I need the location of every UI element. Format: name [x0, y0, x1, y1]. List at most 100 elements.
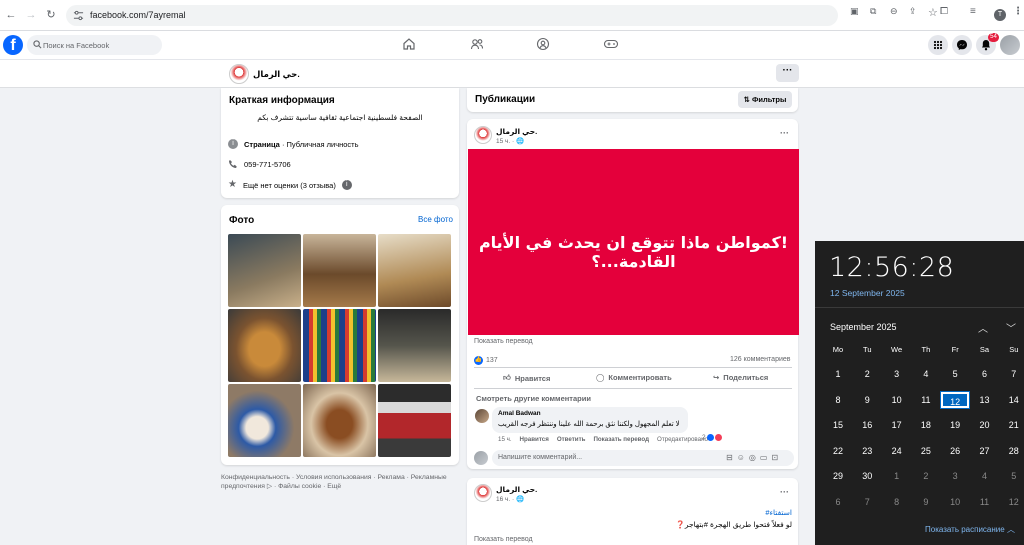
photo-thumbnail[interactable]	[228, 384, 301, 457]
calendar-day[interactable]: 6	[824, 494, 852, 510]
calendar-day[interactable]: 16	[853, 417, 881, 433]
calendar-day[interactable]: 25	[912, 443, 940, 459]
more-comments-link[interactable]: Смотреть другие комментарии	[476, 394, 591, 403]
attach-icon[interactable]: ⊡	[771, 453, 778, 462]
post-more-icon[interactable]: ···	[780, 128, 789, 138]
photo-thumbnail[interactable]	[303, 309, 376, 382]
chevron-up-icon[interactable]: ︿	[978, 320, 988, 335]
cast-icon[interactable]: ▣	[850, 6, 859, 17]
translate-icon[interactable]: ⧉	[870, 6, 876, 17]
comment-translate-link[interactable]: Показать перевод	[593, 436, 649, 443]
calendar-day[interactable]: 1	[824, 366, 852, 382]
post-author[interactable]: حي الرمال.	[496, 485, 537, 494]
calendar-day[interactable]: 27	[971, 443, 999, 459]
see-all-photos-link[interactable]: Все фото	[418, 215, 453, 224]
comment-time[interactable]: 15 ч.	[498, 436, 512, 443]
facebook-logo-icon[interactable]: f	[3, 35, 23, 55]
calendar-day[interactable]: 19	[941, 417, 969, 433]
calendar-day[interactable]: 7	[1000, 366, 1024, 382]
calendar-day[interactable]: 3	[941, 468, 969, 484]
calendar-day[interactable]: 9	[853, 392, 881, 408]
comment-input-placeholder[interactable]: Напишите комментарий...	[498, 454, 582, 461]
account-avatar[interactable]	[1000, 35, 1020, 55]
calendar-day[interactable]: 23	[853, 443, 881, 459]
post-time[interactable]: 16 ч. · 🌐	[496, 495, 524, 503]
calendar-day[interactable]: 17	[883, 417, 911, 433]
back-arrow-icon[interactable]: ←	[4, 8, 18, 22]
post-author-avatar[interactable]	[474, 484, 492, 502]
calendar-day[interactable]: 8	[883, 494, 911, 510]
comment-button[interactable]: ◯ Комментировать	[596, 373, 672, 382]
search-placeholder[interactable]: Поиск на Facebook	[43, 41, 109, 50]
home-icon[interactable]	[402, 37, 416, 51]
comment-reactions[interactable]: 2	[702, 434, 722, 441]
comments-count[interactable]: 126 комментариев	[730, 356, 790, 363]
sticker-icon[interactable]: ⊟	[726, 453, 733, 462]
menu-grid-button[interactable]	[928, 35, 948, 55]
calendar-day[interactable]: 26	[941, 443, 969, 459]
calendar-day[interactable]: 6	[971, 366, 999, 382]
calendar-day[interactable]: 5	[1000, 468, 1024, 484]
calendar-day[interactable]: 5	[941, 366, 969, 382]
photo-thumbnail[interactable]	[378, 384, 451, 457]
calendar-day[interactable]: 10	[883, 392, 911, 408]
calendar-day[interactable]: 10	[941, 494, 969, 510]
gaming-icon[interactable]	[603, 37, 619, 51]
translate-link[interactable]: Показать перевод	[474, 338, 533, 345]
comment-author[interactable]: Amal Badwan	[498, 410, 541, 417]
messenger-button[interactable]	[952, 35, 972, 55]
tab-search-icon[interactable]: ≡	[970, 6, 976, 17]
page-avatar[interactable]	[229, 64, 249, 84]
post-author-avatar[interactable]	[474, 126, 492, 144]
calendar-day[interactable]: 22	[824, 443, 852, 459]
extensions-icon[interactable]: ⧠	[940, 6, 948, 17]
calendar-day[interactable]: 9	[912, 494, 940, 510]
calendar-month[interactable]: September 2025	[830, 322, 897, 332]
translate-link[interactable]: Показать перевод	[474, 536, 533, 543]
bookmark-star-icon[interactable]: ☆	[928, 6, 938, 19]
calendar-day[interactable]: 2	[912, 468, 940, 484]
calendar-day[interactable]: 24	[883, 443, 911, 459]
post-more-icon[interactable]: ···	[780, 487, 789, 497]
browser-menu-icon[interactable]: ⋮	[1013, 6, 1023, 17]
calendar-day[interactable]: 21	[1000, 417, 1024, 433]
calendar-day[interactable]: 14	[1000, 392, 1024, 408]
clock-date[interactable]: 12 September 2025	[830, 288, 905, 298]
reactions-summary[interactable]: 👍 137	[474, 356, 498, 365]
zoom-icon[interactable]: ⊖	[890, 6, 898, 17]
post-time[interactable]: 15 ч. · 🌐	[496, 137, 524, 145]
show-schedule-link[interactable]: Показать расписание ︿	[925, 524, 1015, 535]
calendar-day[interactable]: 4	[912, 366, 940, 382]
calendar-day[interactable]: 1	[883, 468, 911, 484]
share-button[interactable]: ↪ Поделиться	[713, 373, 768, 382]
emoji-icon[interactable]: ☺	[737, 453, 745, 462]
calendar-day[interactable]: 18	[912, 417, 940, 433]
photo-thumbnail[interactable]	[378, 309, 451, 382]
photo-thumbnail[interactable]	[378, 234, 451, 307]
url-text[interactable]: facebook.com/7ayremal	[90, 10, 186, 20]
calendar-day[interactable]: 3	[883, 366, 911, 382]
gif-icon[interactable]: ▭	[760, 453, 768, 462]
calendar-day[interactable]: 15	[824, 417, 852, 433]
calendar-day[interactable]: 20	[971, 417, 999, 433]
post-image[interactable]: !كمواطن ماذا تتوقع ان يحدث في الأيام الق…	[468, 149, 799, 335]
page-name[interactable]: حي الرمال.	[253, 69, 300, 80]
search-box[interactable]: Поиск на Facebook	[27, 35, 162, 55]
rating-info-icon[interactable]: i	[341, 180, 352, 190]
comment-reply-link[interactable]: Ответить	[557, 436, 586, 443]
friends-icon[interactable]	[470, 37, 484, 51]
forward-arrow-icon[interactable]: →	[24, 8, 38, 22]
calendar-day[interactable]: 12	[940, 390, 971, 409]
camera-icon[interactable]: ◎	[749, 453, 756, 462]
calendar-day[interactable]: 28	[1000, 443, 1024, 459]
reload-icon[interactable]: ↻	[44, 8, 58, 22]
calendar-day[interactable]: 11	[912, 392, 940, 408]
photo-thumbnail[interactable]	[303, 384, 376, 457]
calendar-day[interactable]: 4	[971, 468, 999, 484]
post-hashtag[interactable]: #استفتاء	[765, 508, 792, 517]
calendar-day[interactable]: 12	[1000, 494, 1024, 510]
photo-thumbnail[interactable]	[303, 234, 376, 307]
chevron-down-icon[interactable]: ﹀	[1006, 320, 1016, 335]
commenter-avatar[interactable]	[475, 409, 489, 423]
groups-icon[interactable]	[536, 37, 550, 51]
